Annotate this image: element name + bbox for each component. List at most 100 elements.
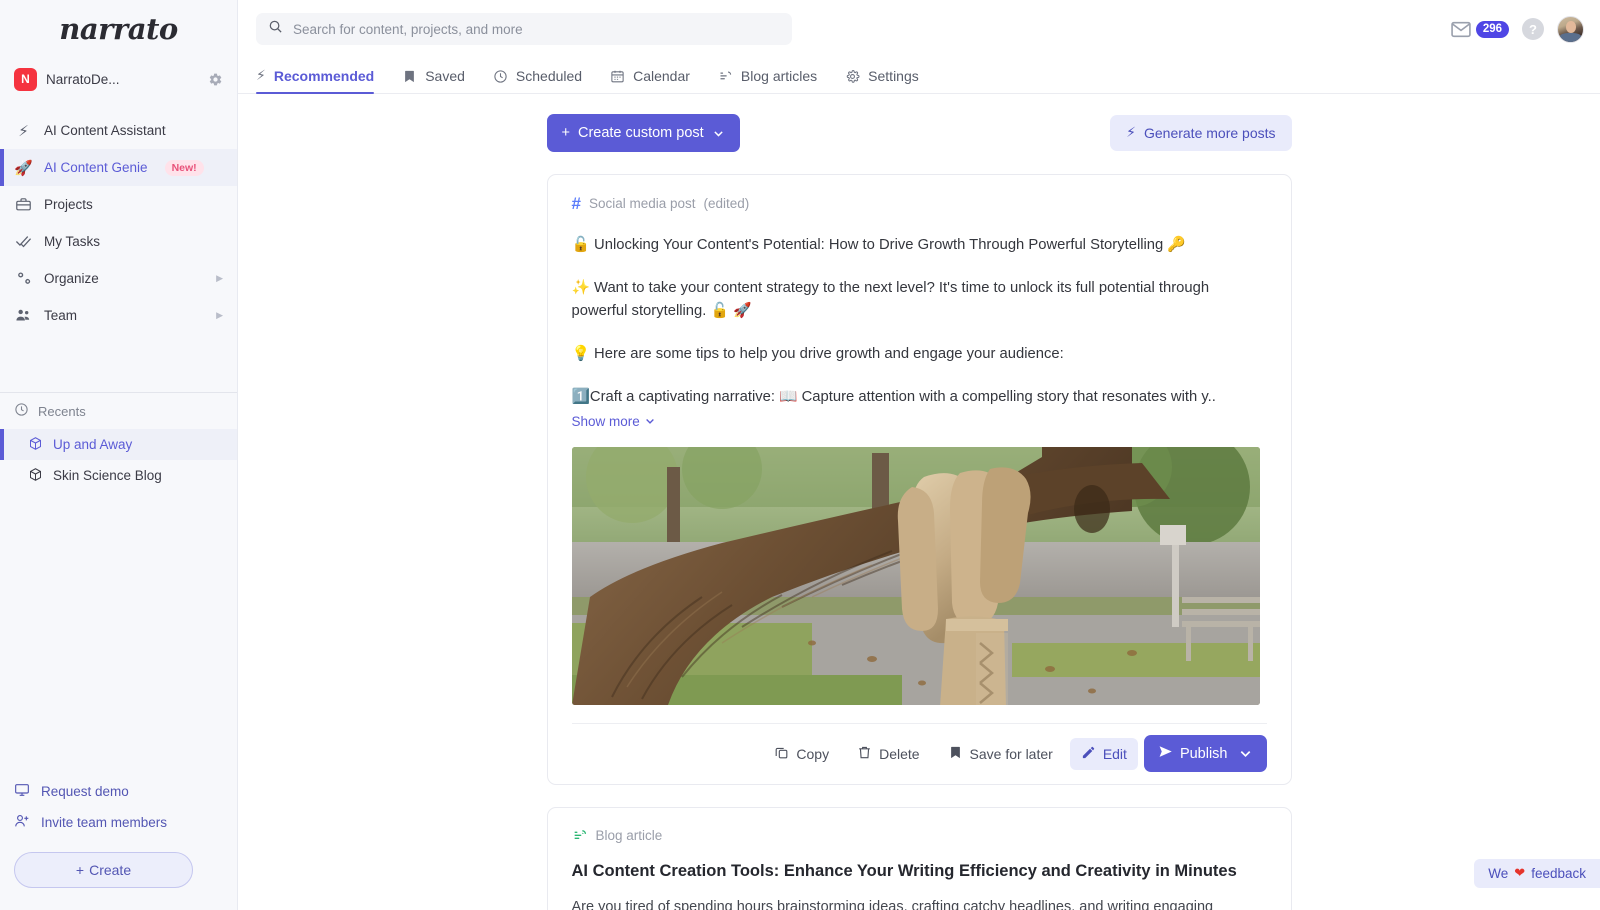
recent-item-label: Up and Away [53, 437, 132, 452]
sidebar-item-ai-content-genie[interactable]: 🚀 AI Content Genie New! [0, 149, 237, 186]
tab-saved[interactable]: Saved [402, 68, 465, 93]
sidebar-item-ai-content-assistant[interactable]: ⚡ AI Content Assistant [0, 112, 237, 149]
hash-icon: # [572, 195, 581, 212]
gear-icon [845, 69, 860, 84]
tab-label: Scheduled [516, 68, 582, 84]
create-button-label: Create [89, 862, 131, 878]
chevron-down-icon [644, 415, 656, 427]
tab-settings[interactable]: Settings [845, 68, 919, 93]
request-demo-label: Request demo [41, 784, 129, 799]
delete-button[interactable]: Delete [846, 738, 930, 770]
copy-button[interactable]: Copy [763, 738, 840, 770]
send-icon [1158, 744, 1173, 763]
plus-icon: + [76, 862, 84, 878]
recent-item-skin-science-blog[interactable]: Skin Science Blog [0, 460, 237, 491]
social-post-card: # Social media post (edited) 🔓 Unlocking… [547, 174, 1292, 785]
post-image[interactable] [572, 447, 1260, 705]
workspace-name: NarratoDe... [46, 72, 190, 87]
blog-article-card: Blog article AI Content Creation Tools: … [547, 807, 1292, 910]
people-icon [14, 307, 33, 324]
blogger-icon [718, 69, 733, 84]
generate-more-posts-label: Generate more posts [1144, 125, 1276, 141]
bookmark-icon [948, 745, 963, 763]
sidebar-item-label: Organize [44, 271, 99, 286]
gear-icon[interactable] [208, 72, 223, 87]
app-root: narrato N NarratoDe... ⚡ AI Content Assi… [0, 0, 1600, 910]
sidebar-item-organize[interactable]: Organize ▶ [0, 260, 237, 297]
feedback-prefix: We [1488, 866, 1508, 881]
recent-item-up-and-away[interactable]: Up and Away [0, 429, 237, 460]
feedback-button[interactable]: We ❤ feedback [1474, 859, 1600, 888]
help-icon[interactable]: ? [1522, 18, 1544, 40]
recents-label: Recents [38, 404, 86, 419]
chevron-right-icon: ▶ [216, 273, 223, 284]
edit-button[interactable]: Edit [1070, 738, 1138, 770]
create-button[interactable]: + Create [14, 852, 193, 888]
tab-recommended[interactable]: ⚡ Recommended [256, 68, 374, 93]
tab-blog-articles[interactable]: Blog articles [718, 68, 817, 93]
user-plus-icon [14, 813, 30, 832]
top-bar: 296 ? [238, 0, 1600, 58]
sidebar-item-team[interactable]: Team ▶ [0, 297, 237, 334]
top-right-controls: 296 ? [1450, 16, 1584, 43]
main-area: 296 ? ⚡ Recommended Saved Sched [238, 0, 1600, 910]
search-input[interactable] [293, 22, 780, 37]
sidebar-item-label: Projects [44, 197, 93, 212]
sidebar-item-label: AI Content Genie [44, 160, 148, 175]
show-more-button[interactable]: Show more [572, 414, 656, 429]
sidebar-footer: Request demo Invite team members + Creat… [0, 776, 237, 910]
chevron-right-icon: ▶ [216, 310, 223, 321]
recents-header: Recents [0, 393, 237, 429]
sidebar-item-label: Team [44, 308, 77, 323]
tab-label: Settings [868, 68, 919, 84]
cube-icon [28, 436, 43, 454]
cube-icon [28, 467, 43, 485]
sidebar-item-projects[interactable]: Projects [0, 186, 237, 223]
calendar-icon [610, 69, 625, 84]
trash-icon [857, 745, 872, 763]
blog-excerpt: Are you tired of spending hours brainsto… [572, 897, 1267, 910]
tab-label: Recommended [274, 68, 374, 84]
narrato-logo: narrato [59, 12, 177, 46]
blog-type-label: Blog article [596, 828, 663, 843]
message-count-badge: 296 [1476, 21, 1509, 38]
post-line: 💡 Here are some tips to help you drive g… [572, 343, 1267, 366]
blog-title: AI Content Creation Tools: Enhance Your … [572, 862, 1267, 881]
blogger-icon [572, 828, 588, 844]
pencil-icon [1081, 745, 1096, 763]
chevron-down-icon[interactable] [1238, 746, 1253, 761]
blog-type-row: Blog article [572, 828, 1267, 844]
search-bar[interactable] [256, 13, 792, 45]
card-type-suffix: (edited) [704, 196, 750, 211]
tab-calendar[interactable]: Calendar [610, 68, 690, 93]
post-line: ✨ Want to take your content strategy to … [572, 277, 1267, 323]
envelope-icon [1450, 21, 1472, 38]
workspace-switcher[interactable]: N NarratoDe... [0, 58, 237, 100]
post-action-bar: Copy Delete Save for later [572, 724, 1267, 784]
request-demo-link[interactable]: Request demo [14, 776, 223, 807]
edit-label: Edit [1103, 746, 1127, 762]
generate-more-posts-button[interactable]: ⚡ Generate more posts [1110, 115, 1291, 151]
clock-icon [14, 402, 29, 420]
check-double-icon [14, 233, 33, 250]
save-for-later-label: Save for later [970, 746, 1053, 762]
copy-icon [774, 745, 789, 763]
avatar[interactable] [1557, 16, 1584, 43]
content-scroll-area[interactable]: + Create custom post ⚡ Generate more pos… [238, 94, 1600, 910]
save-for-later-button[interactable]: Save for later [937, 738, 1064, 770]
invite-team-members-link[interactable]: Invite team members [14, 807, 223, 838]
messages-button[interactable]: 296 [1450, 21, 1509, 38]
invite-team-label: Invite team members [41, 815, 167, 830]
publish-button[interactable]: Publish [1144, 735, 1267, 772]
create-custom-post-button[interactable]: + Create custom post [547, 114, 740, 152]
tab-label: Saved [425, 68, 465, 84]
tab-bar: ⚡ Recommended Saved Scheduled Calendar [238, 58, 1600, 94]
content-action-row: + Create custom post ⚡ Generate more pos… [547, 114, 1292, 152]
search-icon [268, 19, 283, 39]
post-line: 1️⃣Craft a captivating narrative: 📖 Capt… [572, 386, 1267, 409]
tab-scheduled[interactable]: Scheduled [493, 68, 582, 93]
show-more-label: Show more [572, 414, 640, 429]
copy-label: Copy [796, 746, 829, 762]
sidebar-item-my-tasks[interactable]: My Tasks [0, 223, 237, 260]
lightning-icon: ⚡ [256, 68, 266, 84]
